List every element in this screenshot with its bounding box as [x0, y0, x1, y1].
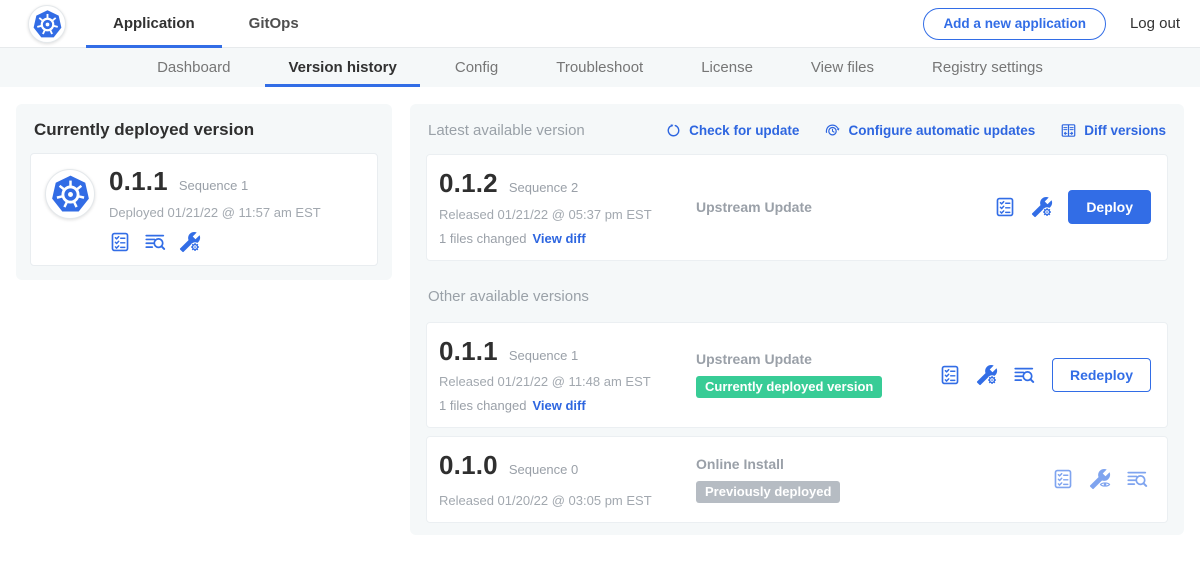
version-row-0-1-2: 0.1.2 Sequence 2 Released 01/21/22 @ 05:…: [426, 154, 1168, 261]
schedule-update-icon: [824, 122, 841, 139]
subnav-tab-view-files-label: View files: [811, 59, 874, 76]
preflight-checks-icon[interactable]: [939, 364, 961, 386]
tab-application[interactable]: Application: [86, 0, 222, 47]
view-diff-link[interactable]: View diff: [532, 231, 585, 246]
subnav-tab-license-label: License: [701, 59, 753, 76]
subnav-tab-config[interactable]: Config: [426, 48, 527, 87]
panel-actions: Check for update Configure automatic upd…: [665, 122, 1166, 139]
version-number: 0.1.0: [439, 451, 498, 480]
sequence-label: Sequence 2: [509, 180, 578, 195]
add-application-button[interactable]: Add a new application: [923, 8, 1106, 40]
view-config-icon[interactable]: [1089, 468, 1111, 490]
subnav-tab-registry-settings[interactable]: Registry settings: [903, 48, 1072, 87]
main-content: Currently deployed version 0.1.1 Sequenc…: [0, 87, 1200, 552]
deploy-logs-icon[interactable]: [1013, 364, 1035, 386]
deployed-version-number: 0.1.1: [109, 167, 168, 196]
sequence-label: Sequence 0: [509, 462, 578, 477]
deploy-logs-icon[interactable]: [144, 231, 166, 253]
deployed-version-details: 0.1.1 Sequence 1 Deployed 01/21/22 @ 11:…: [109, 167, 321, 253]
configure-automatic-updates-link[interactable]: Configure automatic updates: [824, 122, 1035, 139]
subnav-tab-config-label: Config: [455, 59, 498, 76]
subnav-tab-registry-settings-label: Registry settings: [932, 59, 1043, 76]
top-bar-right: Add a new application Log out: [923, 0, 1180, 47]
view-diff-link[interactable]: View diff: [532, 398, 585, 413]
released-timestamp: Released 01/20/22 @ 03:05 pm EST: [439, 493, 696, 508]
subnav-tab-dashboard[interactable]: Dashboard: [128, 48, 259, 87]
previously-deployed-badge: Previously deployed: [696, 481, 840, 503]
source-label: Upstream Update: [696, 351, 812, 367]
version-row-0-1-0: 0.1.0 Sequence 0 Released 01/20/22 @ 03:…: [426, 436, 1168, 523]
currently-deployed-badge: Currently deployed version: [696, 376, 882, 398]
currently-deployed-card: Currently deployed version 0.1.1 Sequenc…: [16, 104, 392, 280]
source-label: Online Install: [696, 456, 784, 472]
logout-button[interactable]: Log out: [1130, 15, 1180, 32]
currently-deployed-title: Currently deployed version: [34, 120, 374, 140]
deploy-button[interactable]: Deploy: [1068, 190, 1151, 224]
subnav-tab-license[interactable]: License: [672, 48, 782, 87]
redeploy-button[interactable]: Redeploy: [1052, 358, 1151, 392]
subnav-tab-dashboard-label: Dashboard: [157, 59, 230, 76]
released-timestamp: Released 01/21/22 @ 11:48 am EST: [439, 374, 696, 389]
diff-versions-link[interactable]: Diff versions: [1060, 122, 1166, 139]
source-label: Upstream Update: [696, 199, 812, 215]
deployed-sequence-label: Sequence 1: [179, 178, 248, 193]
subnav-tab-view-files[interactable]: View files: [782, 48, 903, 87]
released-timestamp: Released 01/21/22 @ 05:37 pm EST: [439, 207, 696, 222]
tab-gitops[interactable]: GitOps: [222, 0, 326, 47]
check-for-update-label: Check for update: [689, 123, 799, 138]
version-number: 0.1.1: [439, 337, 498, 366]
app-subnav: Dashboard Version history Config Trouble…: [0, 48, 1200, 87]
subnav-tab-troubleshoot-label: Troubleshoot: [556, 59, 643, 76]
subnav-tab-version-history-label: Version history: [288, 59, 396, 76]
top-bar: Application GitOps Add a new application…: [0, 0, 1200, 48]
edit-config-icon[interactable]: [179, 231, 201, 253]
diff-icon: [1060, 122, 1077, 139]
edit-config-icon[interactable]: [976, 364, 998, 386]
tab-application-label: Application: [113, 15, 195, 32]
preflight-checks-icon[interactable]: [1052, 468, 1074, 490]
files-changed-label: 1 files changed: [439, 231, 526, 246]
tab-gitops-label: GitOps: [249, 15, 299, 32]
app-logo: [45, 169, 95, 219]
preflight-checks-icon[interactable]: [109, 231, 131, 253]
version-history-panel: Latest available version Check for updat…: [410, 104, 1184, 535]
edit-config-icon[interactable]: [1031, 196, 1053, 218]
deploy-logs-icon[interactable]: [1126, 468, 1148, 490]
kubernetes-logo: [28, 5, 66, 43]
subnav-tab-version-history[interactable]: Version history: [259, 48, 425, 87]
diff-versions-label: Diff versions: [1084, 123, 1166, 138]
version-row-0-1-1: 0.1.1 Sequence 1 Released 01/21/22 @ 11:…: [426, 322, 1168, 429]
subnav-tab-troubleshoot[interactable]: Troubleshoot: [527, 48, 672, 87]
deployed-timestamp: Deployed 01/21/22 @ 11:57 am EST: [109, 205, 321, 220]
refresh-icon: [665, 122, 682, 139]
deployed-version-card: 0.1.1 Sequence 1 Deployed 01/21/22 @ 11:…: [30, 153, 378, 266]
version-number: 0.1.2: [439, 169, 498, 198]
check-for-update-link[interactable]: Check for update: [665, 122, 799, 139]
latest-version-heading: Latest available version: [428, 122, 585, 139]
configure-automatic-updates-label: Configure automatic updates: [848, 123, 1035, 138]
preflight-checks-icon[interactable]: [994, 196, 1016, 218]
sequence-label: Sequence 1: [509, 348, 578, 363]
files-changed-label: 1 files changed: [439, 398, 526, 413]
other-versions-heading: Other available versions: [428, 288, 1166, 305]
